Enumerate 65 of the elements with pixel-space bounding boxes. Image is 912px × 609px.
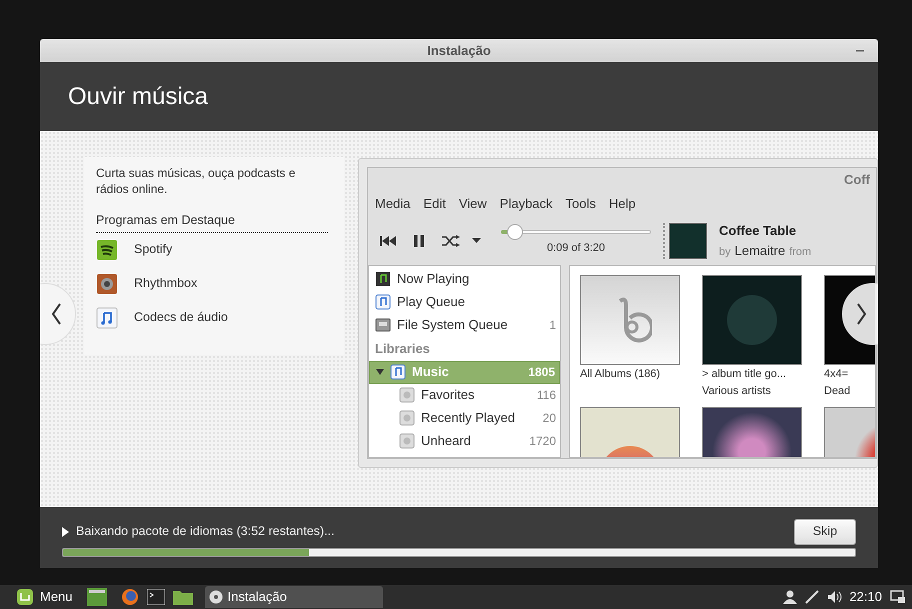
- menu-item[interactable]: View: [458, 194, 487, 214]
- page-title: Ouvir música: [68, 82, 208, 112]
- gear-icon: [399, 387, 415, 403]
- clock[interactable]: 22:10: [849, 587, 882, 607]
- skip-button[interactable]: Skip: [794, 518, 856, 544]
- album-artist: Dead: [824, 384, 852, 398]
- volume-icon[interactable]: [827, 590, 844, 604]
- windows-icon[interactable]: [890, 590, 906, 604]
- browser-icon[interactable]: [120, 588, 139, 606]
- gear-icon: [399, 410, 415, 426]
- seek-slider[interactable]: [501, 224, 651, 240]
- speaker-icon: [96, 272, 118, 295]
- gear-icon: [399, 433, 415, 449]
- app-name[interactable]: Codecs de áudio: [134, 308, 228, 328]
- sidebar-item[interactable]: File System Queue 1: [369, 313, 560, 336]
- slider-thumb[interactable]: [506, 224, 522, 240]
- equalizer-icon: [96, 238, 118, 261]
- window-title: Instalação: [427, 42, 491, 60]
- desktop-icon[interactable]: [86, 588, 107, 606]
- menu-item[interactable]: Help: [608, 194, 636, 214]
- album-placeholder[interactable]: [580, 275, 680, 365]
- sidebar-item[interactable]: Favorites 116: [369, 384, 560, 406]
- player-title: Coff: [844, 171, 870, 190]
- app-name[interactable]: Rhythmbox: [134, 274, 198, 294]
- album-art: [669, 222, 707, 258]
- sidebar-item[interactable]: Unheard 1720: [369, 430, 560, 452]
- menu-item[interactable]: Playback: [500, 194, 553, 214]
- album-artist: Various artists: [702, 384, 772, 398]
- app-name[interactable]: Spotify: [134, 240, 172, 260]
- network-icon[interactable]: [805, 590, 820, 604]
- time-label: 0:09 of 3:20: [546, 241, 606, 256]
- menu-item[interactable]: Tools: [566, 194, 596, 214]
- shuffle-icon[interactable]: [442, 234, 460, 246]
- chevron-left-icon: [51, 303, 61, 325]
- section-heading: Libraries: [374, 340, 431, 358]
- expander-icon[interactable]: [376, 368, 384, 376]
- album-title: > album title go...: [702, 367, 788, 382]
- expander-icon[interactable]: [62, 526, 69, 536]
- previous-icon[interactable]: [380, 236, 396, 246]
- menu-item[interactable]: Edit: [423, 194, 446, 214]
- sidebar-item[interactable]: Play Queue: [369, 290, 560, 313]
- album-title: 4x4=: [824, 367, 850, 382]
- menu-item[interactable]: Media: [375, 194, 410, 214]
- dropdown-icon[interactable]: [472, 238, 481, 243]
- user-icon[interactable]: [783, 590, 798, 604]
- by-label: by: [719, 244, 731, 260]
- intro-text: Curta suas músicas, ouça podcasts e rádios online.: [96, 165, 296, 198]
- minimize-icon[interactable]: [856, 50, 864, 52]
- sidebar-item[interactable]: Recently Played 20: [369, 406, 560, 430]
- from-label: from: [789, 244, 812, 260]
- chevron-right-icon: [857, 303, 867, 325]
- status-text: Baixando pacote de idiomas (3:52 restantes)...: [76, 523, 336, 540]
- sidebar-item[interactable]: Now Playing: [369, 267, 560, 290]
- artist-name: Lemaitre: [734, 242, 786, 260]
- featured-heading: Programas em Destaque: [96, 211, 328, 233]
- disc-icon: [208, 590, 223, 604]
- pause-icon[interactable]: [414, 234, 424, 246]
- logo-icon: [16, 588, 34, 606]
- terminal-icon[interactable]: [146, 589, 165, 605]
- drive-icon: [375, 316, 391, 332]
- taskbar-window[interactable]: Instalação: [204, 586, 383, 608]
- track-title: Coffee Table: [719, 222, 798, 240]
- album-title: All Albums (186): [580, 367, 662, 382]
- folder-icon[interactable]: [172, 589, 193, 605]
- menu-button[interactable]: Menu: [16, 587, 73, 607]
